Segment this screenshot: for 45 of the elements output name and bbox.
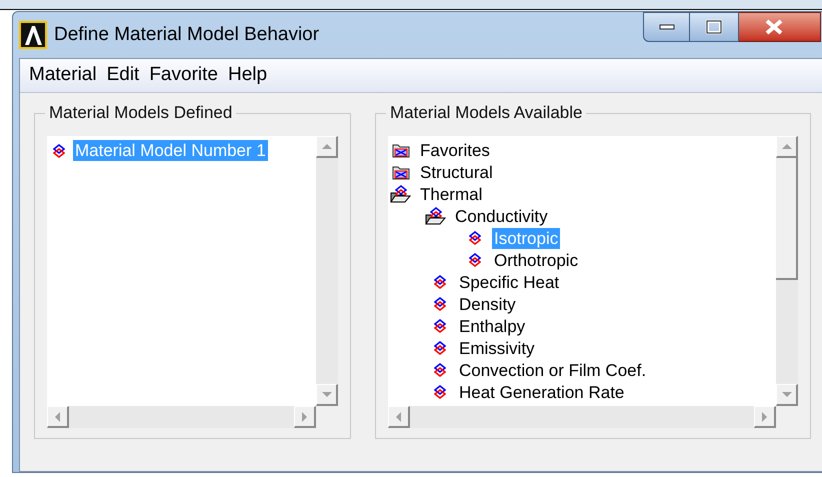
tree-item[interactable]: Emissivity xyxy=(457,338,537,358)
minimize-button[interactable] xyxy=(643,12,690,42)
model-icon xyxy=(434,275,446,289)
menu-item[interactable]: Material xyxy=(25,61,101,90)
tree-item[interactable]: Density xyxy=(457,294,518,314)
scroll-down-button[interactable] xyxy=(776,384,798,406)
tree-item[interactable]: Enthalpy xyxy=(457,316,528,336)
scroll-up-button[interactable] xyxy=(316,136,338,158)
window-title: Define Material Model Behavior xyxy=(54,22,320,47)
model-icon xyxy=(434,319,446,333)
scroll-right-button[interactable] xyxy=(754,406,776,428)
model-icon xyxy=(434,297,446,311)
menu-item[interactable]: Edit xyxy=(102,61,144,90)
tree-item[interactable]: Orthotropic xyxy=(492,250,580,270)
tree-item[interactable]: Heat Generation Rate xyxy=(457,382,626,402)
scroll-left-button[interactable] xyxy=(388,406,410,428)
vertical-scrollbar[interactable] xyxy=(316,136,338,406)
app-logo-icon xyxy=(19,21,47,49)
model-icon xyxy=(469,231,481,245)
horizontal-scrollbar[interactable] xyxy=(388,406,776,428)
scroll-thumb[interactable] xyxy=(776,158,798,280)
maximize-icon xyxy=(706,20,722,34)
tree-item[interactable]: Favorites xyxy=(418,140,492,160)
tree-item[interactable]: Specific Heat xyxy=(457,272,562,292)
tree-item[interactable]: Conductivity xyxy=(453,206,550,226)
close-icon xyxy=(765,19,783,35)
model-icon xyxy=(434,363,446,377)
scroll-down-button[interactable] xyxy=(316,384,338,406)
tree-item[interactable]: Convection or Film Coef. xyxy=(457,360,648,380)
menu-item[interactable]: Help xyxy=(224,61,272,90)
close-button[interactable] xyxy=(739,12,821,42)
model-icon xyxy=(469,253,481,267)
scroll-left-button[interactable] xyxy=(47,406,69,428)
model-icon xyxy=(434,385,446,399)
menu-item[interactable]: Favorite xyxy=(145,61,222,90)
horizontal-scrollbar[interactable] xyxy=(47,406,316,428)
scroll-up-button[interactable] xyxy=(776,136,798,158)
minimize-icon xyxy=(658,24,674,30)
model-icon xyxy=(53,144,65,158)
scroll-right-button[interactable] xyxy=(294,406,316,428)
tree-item[interactable]: Thermal xyxy=(418,184,484,204)
maximize-button[interactable] xyxy=(690,12,739,42)
vertical-scrollbar[interactable] xyxy=(776,136,798,406)
tree-item[interactable]: Structural xyxy=(418,162,495,182)
model-icon xyxy=(434,341,446,355)
